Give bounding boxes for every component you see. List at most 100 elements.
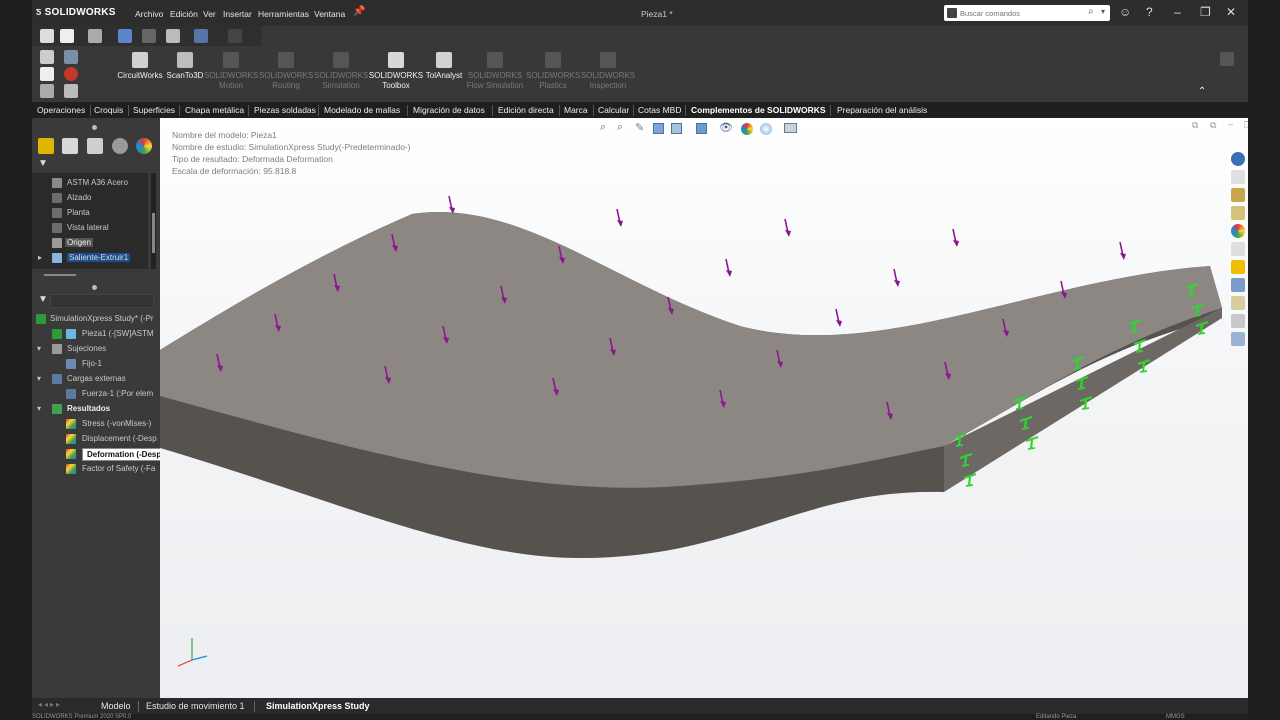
filter-icon[interactable]: ▼ xyxy=(38,158,48,169)
pin-icon[interactable]: 📌 xyxy=(353,6,365,17)
save-icon[interactable] xyxy=(118,29,132,43)
ribbon-routing[interactable]: SOLIDWORKS Routing xyxy=(259,52,313,91)
tab-simulationxpress-study[interactable]: SimulationXpress Study xyxy=(266,701,370,711)
user-icon[interactable]: ☺ xyxy=(1119,5,1131,19)
tab-scroll-arrows-icon[interactable]: ◂◂▸▸ xyxy=(38,700,62,709)
tree-study[interactable]: SimulationXpress Study* (-Pr xyxy=(50,314,154,323)
custom-properties-icon[interactable] xyxy=(1231,242,1245,256)
panel-splitter-handle[interactable] xyxy=(92,125,97,130)
close-icon[interactable]: ✕ xyxy=(1226,5,1236,19)
forum-icon[interactable] xyxy=(1231,278,1245,292)
tab-estudio-movimiento[interactable]: Estudio de movimiento 1 xyxy=(146,701,245,711)
tree-fixture-item[interactable]: Fijo-1 xyxy=(82,359,102,368)
menu-archivo[interactable]: Archivo xyxy=(135,9,163,19)
tree-result-displacement[interactable]: Displacement (-Desp xyxy=(82,434,157,443)
ribbon-toolbox[interactable]: SOLIDWORKS Toolbox xyxy=(368,52,424,91)
undo-icon[interactable] xyxy=(194,29,208,43)
tree-loads[interactable]: Cargas externas xyxy=(67,374,126,383)
collapse-arrow-icon[interactable]: ▾ xyxy=(37,344,41,353)
ribbon-circuitworks[interactable]: CircuitWorks xyxy=(116,52,164,81)
solidworks-resources-icon[interactable] xyxy=(1231,152,1245,166)
menu-insertar[interactable]: Insertar xyxy=(223,9,252,19)
display-manager-tab-icon[interactable] xyxy=(136,138,152,154)
tree-item-saliente-extruir[interactable]: Saliente-Extruir1 xyxy=(67,253,131,262)
tree-filter-input[interactable] xyxy=(50,294,154,308)
options-gear-icon[interactable] xyxy=(166,29,180,43)
horizontal-scrollbar-thumb[interactable] xyxy=(44,274,76,276)
tab-edicion-directa[interactable]: Edición directa xyxy=(498,105,554,115)
redo-icon[interactable] xyxy=(228,29,242,43)
traffic-light-icon[interactable] xyxy=(64,67,78,81)
m-addin-icon[interactable] xyxy=(1231,260,1245,274)
xpress-products-icon[interactable] xyxy=(1231,332,1245,346)
property-manager-tab-icon[interactable] xyxy=(62,138,78,154)
tree-item-material[interactable]: ASTM A36 Acero xyxy=(67,178,128,187)
print-icon[interactable] xyxy=(142,29,156,43)
expand-arrow-icon[interactable]: ▸ xyxy=(38,253,42,262)
dimxpert-tab-icon[interactable] xyxy=(112,138,128,154)
tree-scrollbar-thumb[interactable] xyxy=(152,213,155,253)
tab-migracion-datos[interactable]: Migración de datos xyxy=(413,105,485,115)
gear-small-icon[interactable] xyxy=(64,84,78,98)
panel-splitter-handle[interactable] xyxy=(92,285,97,290)
tab-modelado-mallas[interactable]: Modelado de mallas xyxy=(324,105,400,115)
tab-chapa-metalica[interactable]: Chapa metálica xyxy=(185,105,244,115)
collapse-arrow-icon[interactable]: ▾ xyxy=(37,374,41,383)
tree-result-stress[interactable]: Stress (-vonMises-) xyxy=(82,419,151,428)
tab-preparacion-analisis[interactable]: Preparación del análisis xyxy=(837,105,927,115)
chevron-down-icon[interactable]: ▾ xyxy=(1101,7,1105,16)
home-icon[interactable] xyxy=(40,29,54,43)
design-library-icon[interactable] xyxy=(1231,170,1245,184)
open-small-icon[interactable] xyxy=(40,84,54,98)
tree-fixtures[interactable]: Sujeciones xyxy=(67,344,106,353)
feature-manager-tab-icon[interactable] xyxy=(38,138,54,154)
menu-ventana[interactable]: Ventana xyxy=(314,9,345,19)
filter-icon[interactable]: ▼ xyxy=(38,294,48,305)
tab-complementos[interactable]: Complementos de SOLIDWORKS xyxy=(691,105,826,115)
tree-result-factor-of-safety[interactable]: Factor of Safety (-Fa xyxy=(82,464,155,473)
menu-herramientas[interactable]: Herramientas xyxy=(258,9,309,19)
tree-scrollbar[interactable] xyxy=(151,173,156,269)
view-palette-icon[interactable] xyxy=(1231,206,1245,220)
ribbon-tolanalyst[interactable]: TolAnalyst xyxy=(422,52,466,81)
tree-item-vista-lateral[interactable]: Vista lateral xyxy=(67,223,109,232)
ribbon-options-icon[interactable] xyxy=(1220,52,1234,66)
tab-modelo[interactable]: Modelo xyxy=(101,701,131,711)
search-box[interactable]: ⌕ ▾ xyxy=(944,5,1110,21)
open-icon[interactable] xyxy=(88,29,102,43)
tab-piezas-soldadas[interactable]: Piezas soldadas xyxy=(254,105,316,115)
search-input[interactable] xyxy=(960,6,1088,20)
tree-item-alzado[interactable]: Alzado xyxy=(67,193,91,202)
menu-edicion[interactable]: Edición xyxy=(170,9,198,19)
deformed-part-model[interactable] xyxy=(160,118,1248,698)
help-icon[interactable]: ? xyxy=(1146,5,1153,19)
new-document-icon[interactable] xyxy=(60,29,74,43)
tab-marca[interactable]: Marca xyxy=(564,105,588,115)
ribbon-inspection[interactable]: SOLIDWORKS Inspection xyxy=(580,52,636,91)
ribbon-scanto3d[interactable]: ScanTo3D xyxy=(164,52,206,81)
collapse-arrow-icon[interactable]: ▾ xyxy=(37,404,41,413)
tree-part[interactable]: Pieza1 (-[SW]ASTM xyxy=(82,329,154,338)
notes-icon[interactable] xyxy=(1231,296,1245,310)
tree-load-item[interactable]: Fuerza-1 (:Por elem xyxy=(82,389,153,398)
ribbon-motion[interactable]: SOLIDWORKS Motion xyxy=(204,52,258,91)
ribbon-simulation[interactable]: SOLIDWORKS Simulation xyxy=(314,52,368,91)
menu-ver[interactable]: Ver xyxy=(203,9,216,19)
ribbon-flow-simulation[interactable]: SOLIDWORKS Flow Simulation xyxy=(462,52,528,91)
new-small-icon[interactable] xyxy=(40,67,54,81)
restore-icon[interactable]: ❐ xyxy=(1200,5,1211,19)
graphics-area[interactable]: Nombre del modelo: Pieza1 Nombre de estu… xyxy=(160,118,1248,698)
save-small-icon[interactable] xyxy=(64,50,78,64)
tab-calcular[interactable]: Calcular xyxy=(598,105,629,115)
tree-item-origen[interactable]: Origen xyxy=(65,238,94,247)
tree-results[interactable]: Resultados xyxy=(67,404,110,413)
minimize-icon[interactable]: – xyxy=(1174,5,1181,19)
tree-item-planta[interactable]: Planta xyxy=(67,208,90,217)
file-explorer-icon[interactable] xyxy=(1231,188,1245,202)
tab-superficies[interactable]: Superficies xyxy=(133,105,175,115)
solidworks-logo[interactable]: ƽ SOLIDWORKS xyxy=(36,6,116,18)
status-units[interactable]: MMGS xyxy=(1166,714,1185,720)
appearances-icon[interactable] xyxy=(1231,224,1245,238)
configuration-manager-tab-icon[interactable] xyxy=(87,138,103,154)
tab-operaciones[interactable]: Operaciones xyxy=(37,105,85,115)
